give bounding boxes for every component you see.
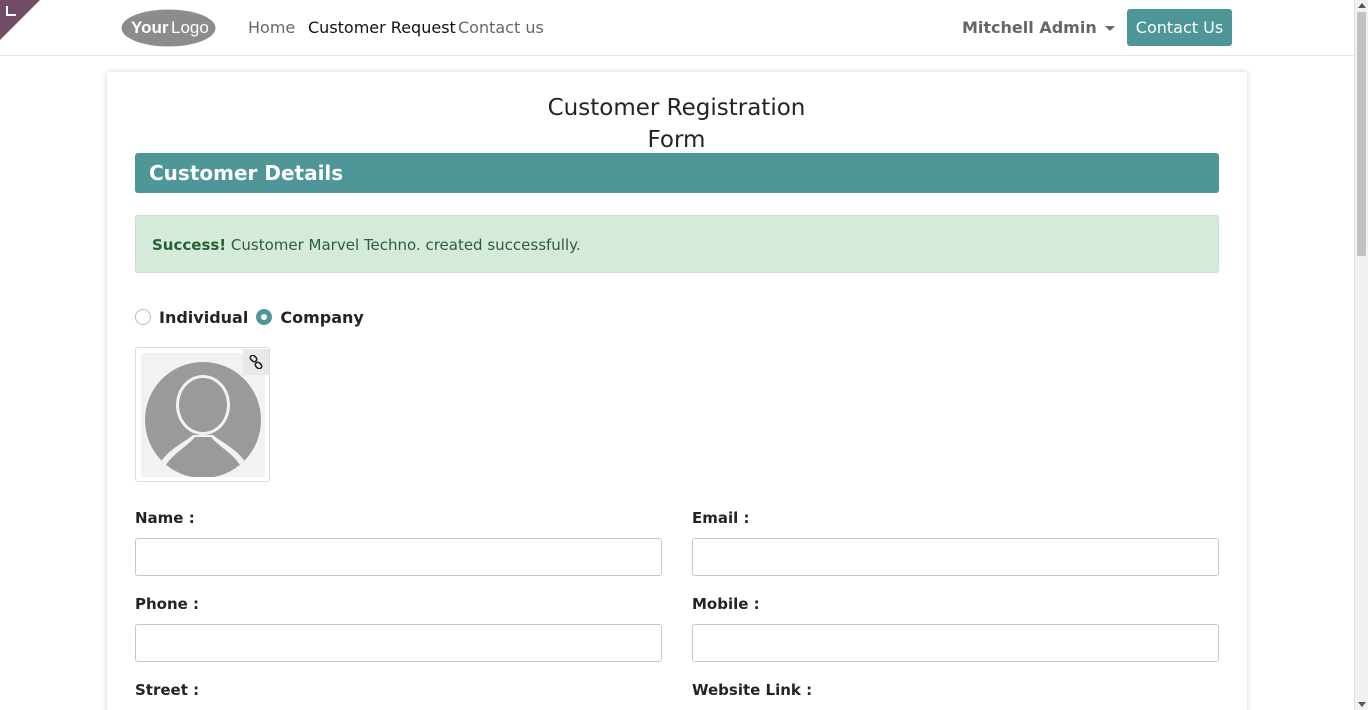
- user-name: Mitchell Admin: [962, 18, 1097, 37]
- page-scrollbar[interactable]: [1354, 0, 1368, 710]
- link-icon: [249, 355, 263, 369]
- success-alert: Success! Customer Marvel Techno. created…: [135, 215, 1219, 273]
- scroll-down-arrow-icon[interactable]: [1358, 702, 1366, 707]
- mobile-field[interactable]: [692, 624, 1219, 662]
- contact-us-button[interactable]: Contact Us: [1127, 9, 1232, 46]
- radio-individual[interactable]: [135, 309, 151, 325]
- radio-company[interactable]: [256, 309, 273, 325]
- phone-label: Phone :: [135, 595, 200, 613]
- nav-customer-request[interactable]: Customer Request: [308, 17, 456, 39]
- company-logo[interactable]: Your Logo: [121, 9, 216, 47]
- radio-label-company: Company: [280, 307, 364, 327]
- nav-home[interactable]: Home: [248, 17, 295, 39]
- street-label: Street :: [135, 681, 200, 699]
- alert-message: Customer Marvel Techno. created successf…: [230, 236, 581, 254]
- link-icon-button[interactable]: [243, 349, 269, 375]
- phone-field[interactable]: [135, 624, 662, 662]
- name-field[interactable]: [135, 538, 662, 576]
- nav-contact-us[interactable]: Contact us: [458, 17, 544, 39]
- avatar-upload[interactable]: [135, 347, 270, 482]
- corner-arrow-icon: [6, 6, 16, 16]
- logo-text-your: Your: [131, 18, 169, 37]
- scroll-thumb[interactable]: [1357, 12, 1366, 256]
- email-field[interactable]: [692, 538, 1219, 576]
- website-link-label: Website Link :: [692, 681, 813, 699]
- scroll-up-arrow-icon[interactable]: [1358, 3, 1366, 8]
- user-menu-dropdown[interactable]: Mitchell Admin: [962, 17, 1115, 39]
- email-label: Email :: [692, 509, 750, 527]
- name-label: Name :: [135, 509, 195, 527]
- section-header-customer-details: Customer Details: [135, 153, 1219, 193]
- alert-strong: Success!: [152, 236, 227, 254]
- mobile-label: Mobile :: [692, 595, 760, 613]
- logo-text-logo: Logo: [171, 18, 209, 37]
- caret-down-icon: [1104, 25, 1115, 31]
- radio-label-individual: Individual: [159, 307, 249, 327]
- top-navbar: Your Logo Home Customer Request Contact …: [0, 0, 1354, 56]
- customer-type-radio-group: Individual Company: [135, 307, 372, 327]
